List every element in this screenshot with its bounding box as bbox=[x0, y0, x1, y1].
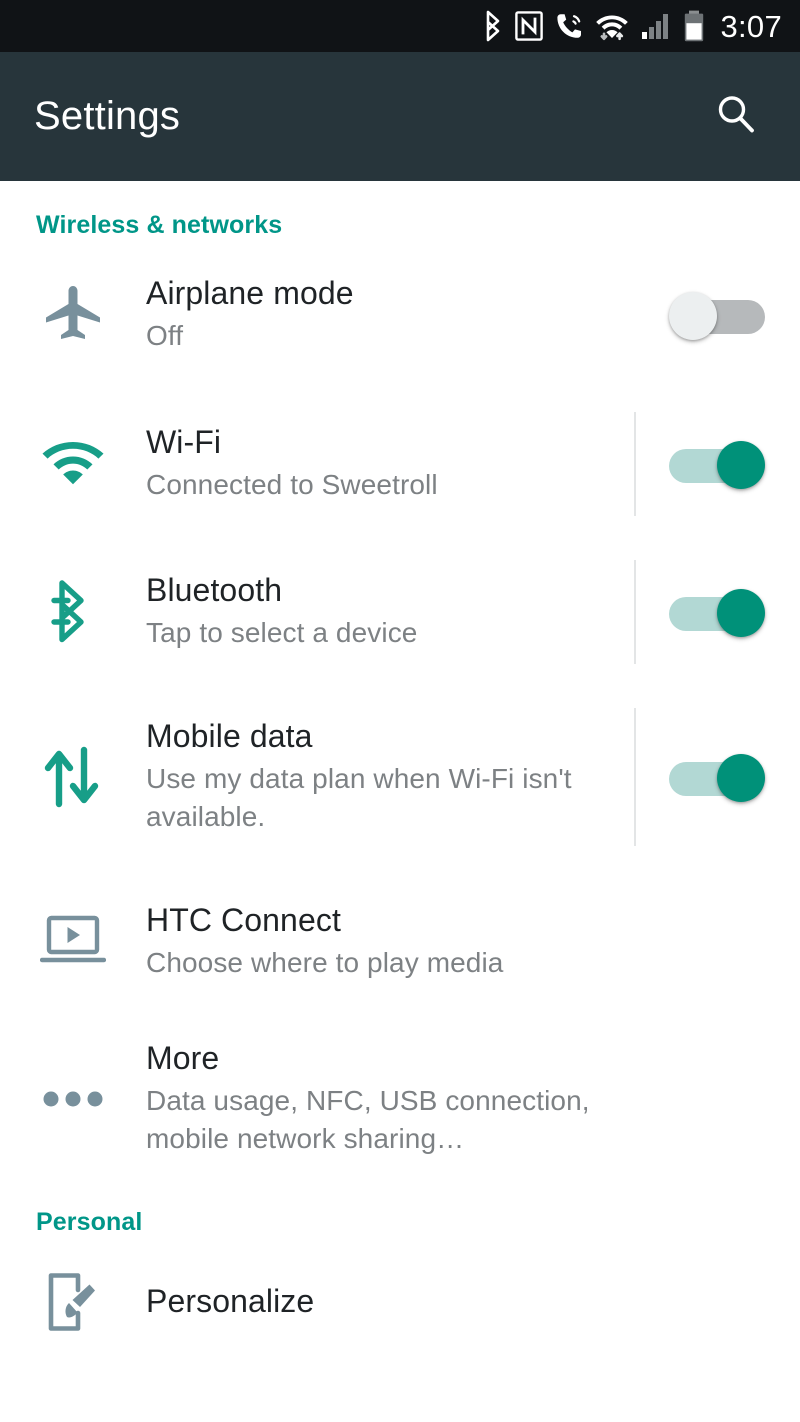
list-item-bluetooth[interactable]: Bluetooth Tap to select a device bbox=[0, 538, 800, 686]
list-item-text: Personalize bbox=[146, 1283, 634, 1321]
list-item-subtitle: Off bbox=[146, 319, 184, 351]
list-item-title: Mobile data bbox=[146, 718, 313, 755]
list-item-control bbox=[634, 1237, 800, 1367]
wifi-icon bbox=[595, 9, 629, 43]
airplane-icon bbox=[0, 284, 146, 346]
status-clock: 3:07 bbox=[720, 8, 782, 44]
htc-connect-icon bbox=[0, 915, 146, 969]
mobile-data-icon bbox=[0, 746, 146, 808]
list-item-title: More bbox=[146, 1040, 220, 1077]
wifi-switch[interactable] bbox=[669, 440, 765, 489]
list-item-text: More Data usage, NFC, USB connection, mo… bbox=[146, 1040, 634, 1157]
list-item-htc-connect[interactable]: HTC Connect Choose where to play media bbox=[0, 868, 800, 1016]
bluetooth-icon bbox=[482, 10, 504, 42]
airplane-mode-switch[interactable] bbox=[669, 291, 765, 340]
mobile-data-switch[interactable] bbox=[669, 753, 765, 802]
list-item-personalize[interactable]: Personalize bbox=[0, 1237, 800, 1367]
control-divider bbox=[634, 708, 636, 846]
list-item-control bbox=[634, 390, 800, 538]
battery-icon bbox=[683, 10, 705, 42]
list-item-title: Personalize bbox=[146, 1283, 315, 1320]
list-item-text: Bluetooth Tap to select a device bbox=[146, 572, 634, 652]
section-header-personal: Personal bbox=[36, 1208, 143, 1236]
app-toolbar: Settings bbox=[0, 52, 800, 181]
list-item-control bbox=[634, 538, 800, 686]
list-item-subtitle: Tap to select a device bbox=[146, 616, 418, 648]
list-item-control bbox=[634, 240, 800, 390]
switch-thumb bbox=[717, 754, 765, 802]
list-item-text: HTC Connect Choose where to play media bbox=[146, 902, 634, 982]
list-item-subtitle: Connected to Sweetroll bbox=[146, 468, 438, 500]
list-item-title: HTC Connect bbox=[146, 902, 341, 939]
list-item-text: Wi-Fi Connected to Sweetroll bbox=[146, 424, 634, 504]
list-item-title: Wi-Fi bbox=[146, 424, 222, 461]
bluetooth-switch[interactable] bbox=[669, 588, 765, 637]
list-item-title: Bluetooth bbox=[146, 572, 283, 609]
settings-screen: 3:07 Settings Wireless & networks Airpla… bbox=[0, 0, 800, 1422]
settings-list: Wireless & networks Airplane mode Off Wi… bbox=[0, 181, 800, 1367]
list-item-subtitle: Use my data plan when Wi-Fi isn't availa… bbox=[146, 763, 572, 832]
list-item-mobile-data[interactable]: Mobile data Use my data plan when Wi-Fi … bbox=[0, 686, 800, 868]
status-bar: 3:07 bbox=[0, 0, 800, 52]
list-item-control bbox=[634, 686, 800, 868]
nfc-icon bbox=[515, 11, 544, 41]
personalize-icon bbox=[0, 1270, 146, 1334]
cellular-signal-icon bbox=[640, 11, 672, 41]
list-item-subtitle: Data usage, NFC, USB connection, mobile … bbox=[146, 1085, 590, 1154]
bluetooth-icon bbox=[0, 579, 146, 645]
search-icon bbox=[713, 91, 759, 142]
page-title: Settings bbox=[34, 94, 181, 138]
switch-thumb bbox=[669, 292, 717, 340]
control-divider bbox=[634, 560, 636, 664]
switch-thumb bbox=[717, 441, 765, 489]
more-dots-icon bbox=[0, 1090, 146, 1108]
list-item-control bbox=[634, 868, 800, 1016]
list-item-control bbox=[634, 1016, 800, 1182]
list-item-text: Mobile data Use my data plan when Wi-Fi … bbox=[146, 718, 634, 835]
control-divider bbox=[634, 412, 636, 516]
section-header-wireless: Wireless & networks bbox=[36, 211, 283, 239]
search-button[interactable] bbox=[708, 89, 764, 145]
list-item-subtitle: Choose where to play media bbox=[146, 946, 504, 978]
switch-thumb bbox=[717, 589, 765, 637]
call-icon bbox=[554, 11, 584, 41]
list-item-more[interactable]: More Data usage, NFC, USB connection, mo… bbox=[0, 1016, 800, 1182]
list-item-title: Airplane mode bbox=[146, 275, 354, 312]
list-item-wifi[interactable]: Wi-Fi Connected to Sweetroll bbox=[0, 390, 800, 538]
wifi-icon bbox=[0, 436, 146, 492]
list-item-airplane-mode[interactable]: Airplane mode Off bbox=[0, 240, 800, 390]
list-item-text: Airplane mode Off bbox=[146, 275, 634, 355]
